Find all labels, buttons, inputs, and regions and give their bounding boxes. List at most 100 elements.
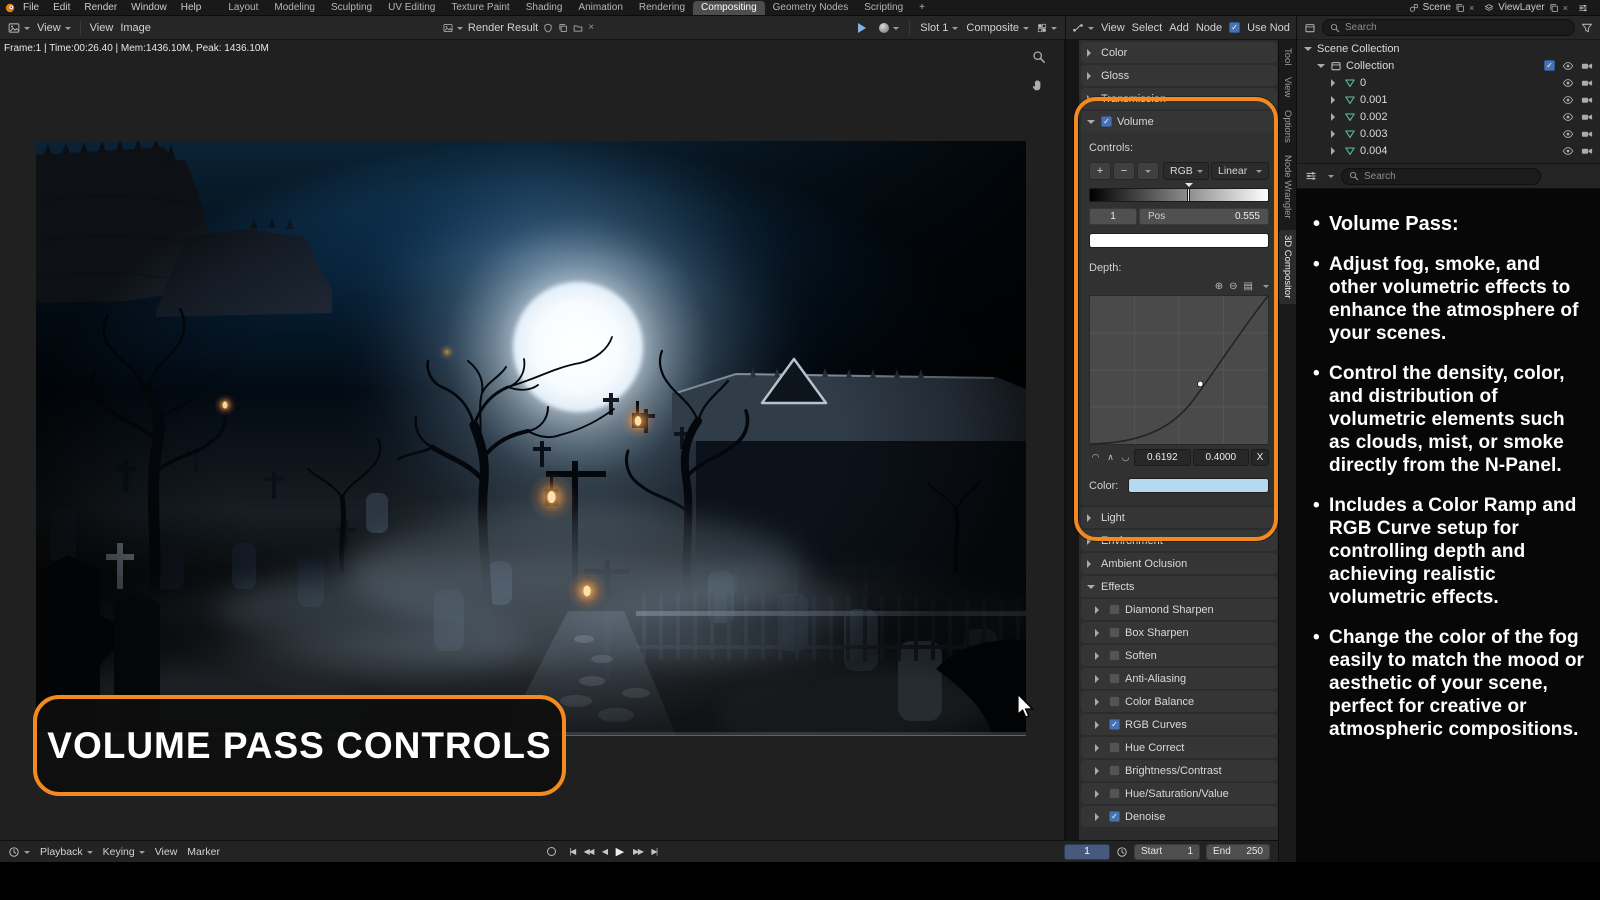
effect-checkbox[interactable] [1109, 719, 1120, 730]
eye-icon[interactable] [1562, 128, 1574, 140]
prev-keyframe-button[interactable]: ◀◀ [584, 847, 593, 856]
ramp-options-button[interactable] [1137, 162, 1159, 180]
menu-keying[interactable]: Keying [103, 846, 145, 858]
effect-anti-aliasing[interactable]: Anti-Aliasing [1081, 668, 1277, 689]
render-viewport[interactable] [36, 141, 1026, 735]
menu-add[interactable]: Add [1169, 22, 1189, 34]
rgb-curve-widget[interactable] [1089, 295, 1269, 445]
tab-shading[interactable]: Shading [518, 1, 571, 15]
effect-diamond-sharpen[interactable]: Diamond Sharpen [1081, 599, 1277, 620]
remove-viewlayer-icon[interactable]: × [1563, 3, 1568, 13]
effect-box-sharpen[interactable]: Box Sharpen [1081, 622, 1277, 643]
curve-clip-dropdown-icon[interactable] [1263, 285, 1269, 291]
open-image-icon[interactable] [573, 23, 583, 33]
add-stop-button[interactable] [1089, 162, 1111, 180]
tab-texture-paint[interactable]: Texture Paint [443, 1, 517, 15]
effect-checkbox[interactable] [1109, 650, 1120, 661]
use-nodes-checkbox[interactable] [1229, 22, 1240, 33]
panel-section-gloss[interactable]: Gloss [1081, 65, 1277, 86]
menu-file[interactable]: File [16, 2, 46, 13]
ramp-stop-handle[interactable] [1187, 188, 1190, 202]
tab-scripting[interactable]: Scripting [856, 1, 911, 15]
eye-icon[interactable] [1562, 60, 1574, 72]
properties-icon[interactable] [1305, 170, 1317, 182]
fog-color-swatch[interactable] [1128, 478, 1269, 493]
panel-section-environment[interactable]: Environment [1081, 530, 1277, 551]
eye-icon[interactable] [1562, 77, 1574, 89]
effect-checkbox[interactable] [1109, 696, 1120, 707]
editor-type-button[interactable] [8, 846, 30, 858]
remove-stop-button[interactable] [1113, 162, 1135, 180]
menu-node[interactable]: Node [1196, 22, 1222, 34]
zoom-out-icon[interactable]: ⊖ [1229, 281, 1237, 292]
panel-section-volume[interactable]: Volume [1081, 111, 1277, 132]
tab-uv-editing[interactable]: UV Editing [380, 1, 443, 15]
tab-rendering[interactable]: Rendering [631, 1, 693, 15]
eye-icon[interactable] [1562, 145, 1574, 157]
effect-checkbox[interactable] [1109, 742, 1120, 753]
jump-to-end-button[interactable]: ▶| [651, 847, 656, 856]
curve-point[interactable] [1198, 381, 1203, 387]
effect-color-balance[interactable]: Color Balance [1081, 691, 1277, 712]
eye-icon[interactable] [1562, 111, 1574, 123]
editor-type-button[interactable] [1072, 22, 1094, 34]
end-frame-field[interactable]: End250 [1206, 844, 1270, 860]
outliner-row-object[interactable]: 0 [1297, 74, 1600, 91]
menu-view[interactable]: View [90, 22, 114, 34]
unlink-scene-icon[interactable]: × [1469, 3, 1474, 13]
menu-playback[interactable]: Playback [40, 846, 93, 858]
image-browse-button[interactable] [443, 23, 463, 33]
menu-marker[interactable]: Marker [187, 846, 220, 858]
menu-render[interactable]: Render [77, 2, 124, 13]
outliner-row-collection[interactable]: Collection [1297, 57, 1600, 74]
effect-denoise[interactable]: Denoise [1081, 806, 1277, 827]
panel-section-light[interactable]: Light [1081, 507, 1277, 528]
new-viewlayer-icon[interactable] [1549, 3, 1559, 13]
pan-hand-icon[interactable] [1031, 78, 1045, 92]
zoom-gizmo-icon[interactable] [1032, 50, 1046, 64]
menu-select[interactable]: Select [1132, 22, 1163, 34]
tab-tool[interactable]: Tool [1279, 48, 1296, 65]
play-reverse-button[interactable]: ◀ [602, 847, 607, 856]
image-mode-dropdown[interactable]: View [37, 22, 71, 34]
volume-checkbox[interactable] [1101, 116, 1112, 127]
effect-checkbox[interactable] [1109, 627, 1120, 638]
effect-checkbox[interactable] [1109, 673, 1120, 684]
camera-icon[interactable] [1581, 145, 1593, 157]
tab-3d-compositor[interactable]: 3D Compositor [1279, 230, 1296, 303]
camera-icon[interactable] [1581, 94, 1593, 106]
tab-geometry-nodes[interactable]: Geometry Nodes [765, 1, 857, 15]
outliner-row-scene-collection[interactable]: Scene Collection [1297, 40, 1600, 57]
stop-position-field[interactable]: Pos 0.555 [1139, 208, 1269, 225]
effect-hue-saturation-value[interactable]: Hue/Saturation/Value [1081, 783, 1277, 804]
menu-image[interactable]: Image [120, 22, 151, 34]
camera-icon[interactable] [1581, 128, 1593, 140]
stopwatch-icon[interactable] [1116, 846, 1128, 858]
effect-checkbox[interactable] [1109, 765, 1120, 776]
filter-icon[interactable] [1581, 22, 1593, 34]
slot-dropdown[interactable]: Slot 1 [920, 22, 958, 34]
tab-compositing[interactable]: Compositing [693, 1, 765, 15]
effect-checkbox[interactable] [1109, 788, 1120, 799]
tab-view[interactable]: View [1279, 77, 1296, 97]
tab-sculpting[interactable]: Sculpting [323, 1, 380, 15]
effect-checkbox[interactable] [1109, 811, 1120, 822]
tab-options[interactable]: Options [1279, 110, 1296, 143]
display-settings-icon[interactable] [1578, 3, 1588, 13]
play-button[interactable]: ▶ [616, 845, 624, 858]
panel-section-ambient-occlusion[interactable]: Ambient Oclusion [1081, 553, 1277, 574]
handle-vector-icon[interactable]: ∧ [1104, 450, 1117, 465]
stop-index-field[interactable]: 1 [1089, 208, 1137, 225]
curve-tools-icon[interactable]: ▤ [1244, 281, 1253, 292]
camera-icon[interactable] [1581, 60, 1593, 72]
menu-edit[interactable]: Edit [46, 2, 77, 13]
scene-selector[interactable]: Scene × [1409, 2, 1475, 13]
outliner-row-object[interactable]: 0.002 [1297, 108, 1600, 125]
panel-section-color[interactable]: Color [1081, 42, 1277, 63]
display-channels-button[interactable] [1037, 23, 1057, 33]
outliner-search[interactable] [1322, 19, 1575, 36]
handle-auto-icon[interactable]: ◠ [1089, 450, 1102, 465]
effect-soften[interactable]: Soften [1081, 645, 1277, 666]
menu-help[interactable]: Help [174, 2, 209, 13]
tab-animation[interactable]: Animation [570, 1, 630, 15]
